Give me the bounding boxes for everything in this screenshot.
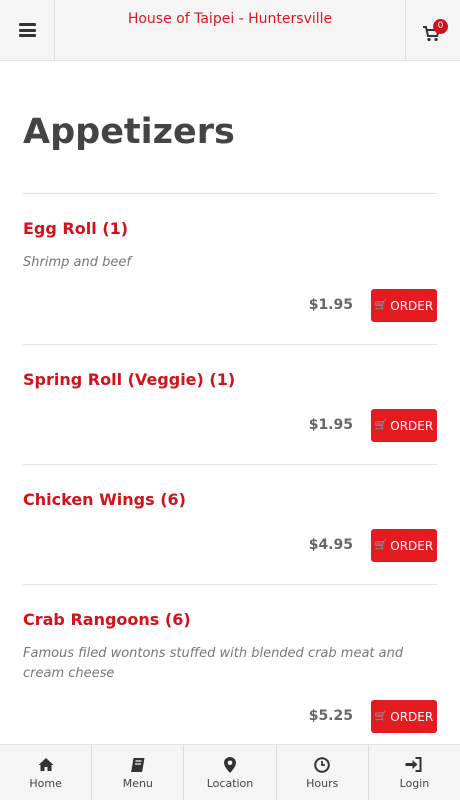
order-button[interactable]: 🛒 ORDER: [371, 700, 437, 733]
item-name[interactable]: Crab Rangoons (6): [23, 610, 191, 629]
menu-button[interactable]: [0, 0, 55, 60]
map-marker-icon: [224, 757, 236, 773]
item-name[interactable]: Chicken Wings (6): [23, 490, 186, 509]
divider: [23, 344, 437, 345]
nav-login[interactable]: Login: [369, 745, 460, 800]
order-label: ORDER: [390, 298, 434, 313]
bottom-nav: Home Menu Location Hours Login: [0, 744, 460, 800]
nav-label: Home: [29, 777, 62, 790]
section-title: Appetizers: [23, 112, 235, 152]
item-price: $1.95: [308, 297, 353, 313]
sign-in-icon: [405, 757, 422, 772]
item-description: Famous filed wontons stuffed with blende…: [23, 646, 404, 681]
nav-hours[interactable]: Hours: [277, 745, 369, 800]
nav-menu[interactable]: Menu: [92, 745, 185, 800]
item-price: $5.25: [308, 708, 353, 724]
cart-button[interactable]: 0: [405, 0, 460, 60]
item-price: $1.95: [308, 417, 353, 433]
nav-label: Hours: [306, 777, 339, 790]
order-button[interactable]: 🛒 ORDER: [371, 289, 437, 322]
divider: [23, 584, 437, 585]
divider: [23, 193, 437, 194]
cart-icon: 🛒: [374, 420, 388, 431]
order-label: ORDER: [390, 538, 434, 553]
item-name[interactable]: Spring Roll (Veggie) (1): [23, 370, 235, 389]
item-name[interactable]: Egg Roll (1): [23, 219, 128, 238]
book-icon: [130, 758, 145, 772]
hamburger-icon: [18, 23, 36, 37]
nav-label: Menu: [122, 777, 153, 790]
nav-location[interactable]: Location: [184, 745, 277, 800]
order-label: ORDER: [390, 709, 434, 724]
cart-icon: 🛒: [374, 711, 388, 722]
nav-label: Location: [206, 777, 254, 790]
order-button[interactable]: 🛒 ORDER: [371, 409, 437, 442]
restaurant-title: House of Taipei - Huntersville: [127, 11, 333, 27]
item-price: $4.95: [308, 537, 353, 553]
divider: [23, 464, 437, 465]
home-icon: [38, 758, 54, 771]
clock-icon: [314, 757, 331, 773]
order-label: ORDER: [390, 418, 434, 433]
cart-icon: 🛒: [374, 540, 388, 551]
nav-label: Login: [399, 777, 430, 790]
order-button[interactable]: 🛒 ORDER: [371, 529, 437, 562]
cart-count-badge: 0: [433, 19, 448, 34]
top-bar: House of Taipei - Huntersville 0: [0, 0, 460, 61]
cart-icon: 🛒: [374, 300, 388, 311]
nav-home[interactable]: Home: [0, 745, 93, 800]
item-description: Shrimp and beef: [23, 255, 131, 270]
